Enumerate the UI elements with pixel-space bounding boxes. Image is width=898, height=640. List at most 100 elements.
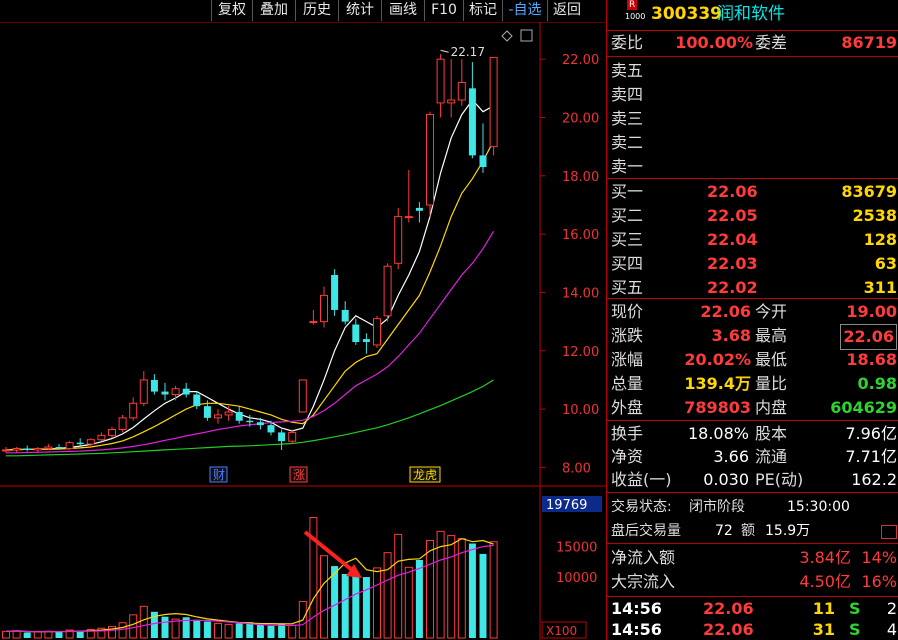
ask-row-1[interactable]: 卖一	[607, 155, 898, 179]
bid-price: 22.06	[707, 182, 758, 201]
price-tick-label: 22.00	[562, 53, 599, 68]
candle	[320, 286, 328, 328]
candle	[489, 56, 498, 156]
candle-body	[426, 114, 434, 206]
candle-body	[256, 422, 264, 426]
bid-volume: 63	[874, 254, 897, 273]
bid-row-2[interactable]: 买二 22.05 2538	[607, 204, 898, 228]
volume-bar	[352, 575, 360, 638]
candle-body	[352, 324, 360, 343]
bid-volume: 83679	[841, 182, 897, 201]
toolbar-btn-2[interactable]: 历史	[295, 0, 338, 21]
chart-toggle-icon[interactable]	[881, 525, 897, 539]
volume-bar	[447, 535, 456, 639]
bid-label: 买四	[611, 254, 644, 273]
stat-label: 最高	[755, 326, 788, 345]
stock-name[interactable]: 润和软件	[717, 2, 785, 26]
toolbar-btn-0[interactable]: 复权	[211, 0, 252, 21]
after-vol: 72	[715, 523, 733, 539]
candle-body	[309, 321, 318, 324]
candle	[352, 318, 360, 345]
candle-body	[489, 56, 498, 148]
volume-bar	[214, 622, 222, 639]
ask-row-5[interactable]: 卖五	[607, 59, 898, 83]
stat-label: 内盘	[755, 398, 788, 417]
candle	[331, 269, 339, 316]
candle	[468, 62, 476, 159]
candle-body	[341, 309, 349, 322]
volume-bar	[468, 543, 476, 638]
candle	[118, 414, 127, 433]
volume-bar	[415, 559, 423, 638]
weibi-label: 委比	[611, 33, 644, 52]
candle-body	[362, 339, 370, 343]
candle-body	[404, 216, 413, 219]
volume-bar	[341, 574, 349, 638]
ask-label: 卖四	[611, 85, 644, 104]
candle	[139, 371, 148, 407]
tick-count: 2	[886, 599, 897, 618]
net-inflow-row: 净流入额 3.84亿 14%	[607, 546, 898, 570]
bid-price: 22.05	[707, 206, 758, 225]
bid-price: 22.02	[707, 278, 758, 297]
fund-value: 7.71亿	[845, 447, 897, 466]
candle	[457, 59, 466, 106]
candle	[76, 438, 84, 446]
toolbar-btn-6[interactable]: 标记	[463, 0, 502, 21]
toolbar-btn-4[interactable]: 画线	[381, 0, 424, 21]
candle-body	[76, 442, 84, 445]
stat-value: 3.68	[711, 326, 751, 345]
volume-bar	[426, 539, 434, 639]
block-value: 4.50亿	[799, 572, 851, 591]
candle-body	[224, 411, 233, 416]
volume-bar	[320, 555, 328, 639]
stat-value: 0.98	[857, 374, 897, 393]
ask-row-2[interactable]: 卖二	[607, 131, 898, 155]
toolbar-btn-5[interactable]: F10	[424, 0, 463, 21]
candle-body	[150, 379, 158, 392]
ma-line-ma5	[5, 99, 494, 451]
volume-bar	[383, 552, 392, 639]
bid-row-4[interactable]: 买四 22.03 63	[607, 252, 898, 276]
candle-body	[118, 417, 127, 431]
candle-body	[65, 442, 74, 449]
ma-line-ma10	[6, 140, 495, 451]
candle-body	[246, 420, 254, 423]
volume-bar	[267, 625, 275, 638]
candle-body	[373, 318, 381, 346]
volume-bar	[373, 567, 381, 639]
toolbar-btn-1[interactable]: 叠加	[252, 0, 295, 21]
price-tick-label: 12.00	[562, 345, 599, 360]
stat-value: 604629	[830, 398, 897, 417]
stat-value: 22.06	[840, 324, 897, 350]
candle	[373, 315, 381, 348]
volume-bar	[44, 630, 53, 639]
bid-row-3[interactable]: 买三 22.04 128	[607, 228, 898, 252]
toolbar-btn-7[interactable]: -自选	[502, 0, 547, 21]
ask-row-4[interactable]: 卖四	[607, 83, 898, 107]
volume-bar	[331, 566, 339, 638]
candle-body	[108, 429, 116, 436]
tick-time: 14:56	[611, 599, 662, 618]
fund-value: 18.08%	[687, 424, 749, 443]
weibi-value: 100.00%	[675, 33, 753, 52]
candle	[415, 202, 423, 223]
inflow-label: 净流入额	[611, 548, 676, 567]
fund-label: 换手	[611, 424, 644, 443]
candle-body	[457, 81, 466, 101]
fund-label: 净资	[611, 447, 644, 466]
stat-label: 现价	[611, 302, 644, 321]
stock-code[interactable]: 300339	[651, 2, 722, 26]
toolbar-btn-8[interactable]: 返回	[547, 0, 586, 21]
kline-chart[interactable]: 22.00 20.00 18.00 16.00 14.00 12.00 10.00 8.00 2…	[0, 22, 605, 640]
tick-row: 14:56 22.06 31 S 4	[607, 619, 898, 640]
bid-row-5[interactable]: 买五 22.02 311	[607, 276, 898, 300]
candle	[171, 385, 180, 401]
ask-row-3[interactable]: 卖三	[607, 107, 898, 131]
candle-body	[55, 447, 63, 449]
bid-row-1[interactable]: 买一 22.06 83679	[607, 180, 898, 204]
stat-label: 今开	[755, 302, 788, 321]
tick-volume: 11	[812, 599, 835, 618]
toolbar-btn-3[interactable]: 统计	[338, 0, 381, 21]
tick-volume: 31	[812, 620, 835, 639]
